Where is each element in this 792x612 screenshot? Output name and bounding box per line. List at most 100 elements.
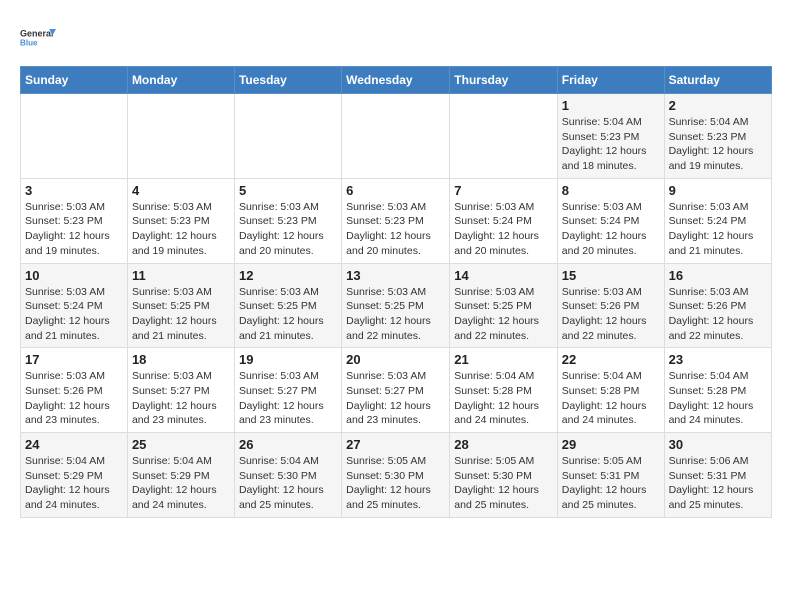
day-number: 20 <box>346 352 445 367</box>
calendar-week-row: 3 Sunrise: 5:03 AM Sunset: 5:23 PM Daylig… <box>21 178 772 263</box>
day-info: Sunrise: 5:04 AM Sunset: 5:28 PM Dayligh… <box>669 369 767 428</box>
calendar-table: SundayMondayTuesdayWednesdayThursdayFrid… <box>20 66 772 518</box>
day-number: 16 <box>669 268 767 283</box>
day-info: Sunrise: 5:03 AM Sunset: 5:25 PM Dayligh… <box>346 285 445 344</box>
day-info: Sunrise: 5:03 AM Sunset: 5:27 PM Dayligh… <box>239 369 337 428</box>
day-number: 2 <box>669 98 767 113</box>
calendar-day-cell: 24Sunrise: 5:04 AM Sunset: 5:29 PM Dayli… <box>21 433 128 518</box>
day-number: 18 <box>132 352 230 367</box>
day-number: 23 <box>669 352 767 367</box>
calendar-day-cell: 26 Sunrise: 5:04 AM Sunset: 5:30 PM Dayli… <box>234 433 341 518</box>
calendar-day-cell <box>234 94 341 179</box>
day-number: 25 <box>132 437 230 452</box>
day-info: Sunrise: 5:03 AM Sunset: 5:27 PM Dayligh… <box>132 369 230 428</box>
day-number: 9 <box>669 183 767 198</box>
calendar-body: 1 Sunrise: 5:04 AM Sunset: 5:23 PM Daylig… <box>21 94 772 518</box>
day-info: Sunrise: 5:03 AM Sunset: 5:24 PM Dayligh… <box>669 200 767 259</box>
day-info: Sunrise: 5:03 AM Sunset: 5:23 PM Dayligh… <box>25 200 123 259</box>
calendar-day-cell: 25 Sunrise: 5:04 AM Sunset: 5:29 PM Dayli… <box>127 433 234 518</box>
day-number: 1 <box>562 98 660 113</box>
weekday-header-cell: Tuesday <box>234 67 341 94</box>
day-number: 30 <box>669 437 767 452</box>
calendar-week-row: 10Sunrise: 5:03 AM Sunset: 5:24 PM Dayli… <box>21 263 772 348</box>
logo: General Blue <box>20 20 56 56</box>
calendar-day-cell: 16 Sunrise: 5:03 AM Sunset: 5:26 PM Dayli… <box>664 263 771 348</box>
day-number: 7 <box>454 183 553 198</box>
calendar-day-cell: 14Sunrise: 5:03 AM Sunset: 5:25 PM Dayli… <box>450 263 558 348</box>
day-number: 14 <box>454 268 553 283</box>
calendar-day-cell: 1Sunrise: 5:04 AM Sunset: 5:23 PM Daylig… <box>557 94 664 179</box>
day-info: Sunrise: 5:03 AM Sunset: 5:24 PM Dayligh… <box>25 285 123 344</box>
day-info: Sunrise: 5:03 AM Sunset: 5:26 PM Dayligh… <box>25 369 123 428</box>
calendar-day-cell <box>450 94 558 179</box>
day-number: 6 <box>346 183 445 198</box>
calendar-day-cell: 3 Sunrise: 5:03 AM Sunset: 5:23 PM Daylig… <box>21 178 128 263</box>
day-info: Sunrise: 5:05 AM Sunset: 5:31 PM Dayligh… <box>562 454 660 513</box>
day-info: Sunrise: 5:03 AM Sunset: 5:24 PM Dayligh… <box>454 200 553 259</box>
day-info: Sunrise: 5:03 AM Sunset: 5:25 PM Dayligh… <box>132 285 230 344</box>
day-info: Sunrise: 5:03 AM Sunset: 5:26 PM Dayligh… <box>562 285 660 344</box>
calendar-day-cell: 8Sunrise: 5:03 AM Sunset: 5:24 PM Daylig… <box>557 178 664 263</box>
calendar-day-cell: 29 Sunrise: 5:05 AM Sunset: 5:31 PM Dayli… <box>557 433 664 518</box>
day-info: Sunrise: 5:03 AM Sunset: 5:23 PM Dayligh… <box>239 200 337 259</box>
day-number: 5 <box>239 183 337 198</box>
calendar-day-cell: 19 Sunrise: 5:03 AM Sunset: 5:27 PM Dayli… <box>234 348 341 433</box>
weekday-header-cell: Friday <box>557 67 664 94</box>
calendar-day-cell: 6Sunrise: 5:03 AM Sunset: 5:23 PM Daylig… <box>342 178 450 263</box>
calendar-day-cell: 7 Sunrise: 5:03 AM Sunset: 5:24 PM Daylig… <box>450 178 558 263</box>
day-info: Sunrise: 5:04 AM Sunset: 5:28 PM Dayligh… <box>454 369 553 428</box>
calendar-day-cell: 18 Sunrise: 5:03 AM Sunset: 5:27 PM Dayli… <box>127 348 234 433</box>
day-info: Sunrise: 5:05 AM Sunset: 5:30 PM Dayligh… <box>346 454 445 513</box>
calendar-day-cell <box>342 94 450 179</box>
weekday-header-cell: Monday <box>127 67 234 94</box>
day-number: 11 <box>132 268 230 283</box>
day-number: 4 <box>132 183 230 198</box>
calendar-week-row: 1 Sunrise: 5:04 AM Sunset: 5:23 PM Daylig… <box>21 94 772 179</box>
weekday-header-cell: Saturday <box>664 67 771 94</box>
calendar-day-cell: 12 Sunrise: 5:03 AM Sunset: 5:25 PM Dayli… <box>234 263 341 348</box>
day-number: 26 <box>239 437 337 452</box>
day-info: Sunrise: 5:04 AM Sunset: 5:29 PM Dayligh… <box>132 454 230 513</box>
day-info: Sunrise: 5:03 AM Sunset: 5:25 PM Dayligh… <box>239 285 337 344</box>
day-number: 3 <box>25 183 123 198</box>
day-info: Sunrise: 5:04 AM Sunset: 5:30 PM Dayligh… <box>239 454 337 513</box>
day-number: 15 <box>562 268 660 283</box>
day-number: 13 <box>346 268 445 283</box>
calendar-day-cell: 2 Sunrise: 5:04 AM Sunset: 5:23 PM Daylig… <box>664 94 771 179</box>
calendar-day-cell: 13 Sunrise: 5:03 AM Sunset: 5:25 PM Dayli… <box>342 263 450 348</box>
day-info: Sunrise: 5:05 AM Sunset: 5:30 PM Dayligh… <box>454 454 553 513</box>
day-number: 12 <box>239 268 337 283</box>
day-info: Sunrise: 5:04 AM Sunset: 5:23 PM Dayligh… <box>669 115 767 174</box>
day-info: Sunrise: 5:03 AM Sunset: 5:24 PM Dayligh… <box>562 200 660 259</box>
day-number: 28 <box>454 437 553 452</box>
svg-text:General: General <box>20 29 54 39</box>
weekday-header-cell: Wednesday <box>342 67 450 94</box>
weekday-header-cell: Thursday <box>450 67 558 94</box>
calendar-day-cell: 4Sunrise: 5:03 AM Sunset: 5:23 PM Daylig… <box>127 178 234 263</box>
calendar-day-cell: 17 Sunrise: 5:03 AM Sunset: 5:26 PM Dayli… <box>21 348 128 433</box>
calendar-day-cell: 11 Sunrise: 5:03 AM Sunset: 5:25 PM Dayli… <box>127 263 234 348</box>
svg-text:Blue: Blue <box>20 39 38 48</box>
page-header: General Blue <box>20 20 772 56</box>
calendar-day-cell <box>21 94 128 179</box>
calendar-day-cell: 21Sunrise: 5:04 AM Sunset: 5:28 PM Dayli… <box>450 348 558 433</box>
calendar-day-cell <box>127 94 234 179</box>
day-info: Sunrise: 5:03 AM Sunset: 5:26 PM Dayligh… <box>669 285 767 344</box>
day-info: Sunrise: 5:03 AM Sunset: 5:27 PM Dayligh… <box>346 369 445 428</box>
day-number: 27 <box>346 437 445 452</box>
day-number: 19 <box>239 352 337 367</box>
day-number: 29 <box>562 437 660 452</box>
day-number: 17 <box>25 352 123 367</box>
day-number: 22 <box>562 352 660 367</box>
calendar-day-cell: 5 Sunrise: 5:03 AM Sunset: 5:23 PM Daylig… <box>234 178 341 263</box>
calendar-week-row: 24Sunrise: 5:04 AM Sunset: 5:29 PM Dayli… <box>21 433 772 518</box>
calendar-day-cell: 9 Sunrise: 5:03 AM Sunset: 5:24 PM Daylig… <box>664 178 771 263</box>
calendar-week-row: 17 Sunrise: 5:03 AM Sunset: 5:26 PM Dayli… <box>21 348 772 433</box>
weekday-header-cell: Sunday <box>21 67 128 94</box>
weekday-header-row: SundayMondayTuesdayWednesdayThursdayFrid… <box>21 67 772 94</box>
day-info: Sunrise: 5:04 AM Sunset: 5:28 PM Dayligh… <box>562 369 660 428</box>
calendar-day-cell: 20 Sunrise: 5:03 AM Sunset: 5:27 PM Dayli… <box>342 348 450 433</box>
calendar-day-cell: 10Sunrise: 5:03 AM Sunset: 5:24 PM Dayli… <box>21 263 128 348</box>
calendar-day-cell: 28 Sunrise: 5:05 AM Sunset: 5:30 PM Dayli… <box>450 433 558 518</box>
calendar-day-cell: 30Sunrise: 5:06 AM Sunset: 5:31 PM Dayli… <box>664 433 771 518</box>
